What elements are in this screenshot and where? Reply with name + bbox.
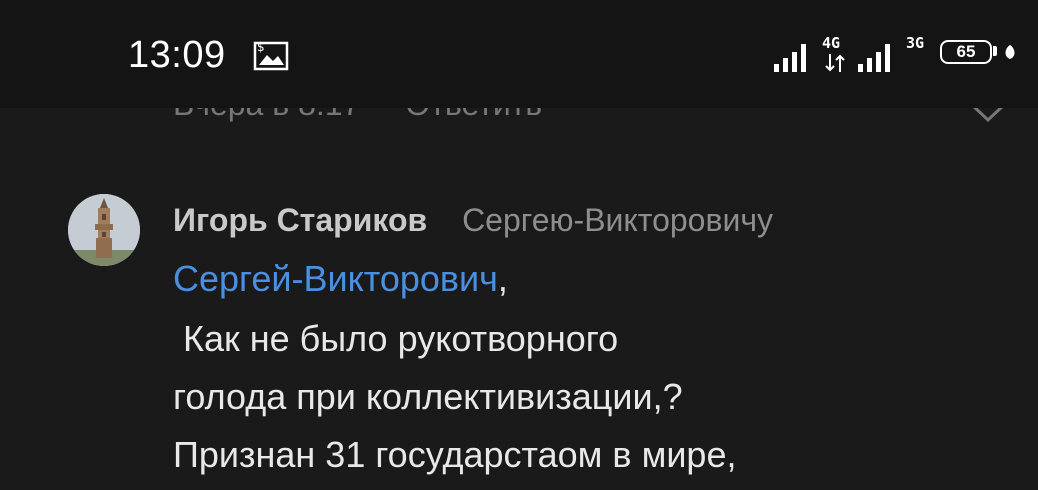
comment-text-line: голода при коллективизации,? (173, 376, 683, 417)
comment-mention-line: Сергей-Викторович, (173, 258, 508, 300)
comment-text-line: Как не было рукотворного (173, 318, 619, 359)
bell-tower-photo (68, 194, 140, 266)
avatar[interactable] (68, 194, 140, 266)
gallery-notification-icon: $ (253, 40, 289, 71)
svg-text:$: $ (257, 40, 265, 54)
reply-to-name[interactable]: Сергею-Викторовичу (462, 202, 773, 238)
author-name[interactable]: Игорь Стариков (173, 202, 427, 238)
battery-icon: 65 (940, 40, 992, 64)
data-arrows-icon (825, 54, 845, 72)
signal-strength-icon-sim2 (858, 44, 890, 72)
network-type-sim1: 4G (822, 34, 841, 52)
mention-suffix: , (497, 258, 508, 299)
clock: 13:09 (128, 34, 226, 76)
power-saving-leaf-icon (1005, 45, 1015, 59)
comment-header: Игорь Стариков Сергею-Викторовичу (173, 202, 773, 239)
mention-link[interactable]: Сергей-Викторович (173, 258, 498, 299)
signal-strength-icon-sim1 (774, 44, 806, 72)
battery-level: 65 (956, 42, 976, 61)
network-type-sim2: 3G (906, 34, 925, 52)
status-bar: 13:09 $ 4G 3G 65 (0, 0, 1038, 108)
battery-tip (993, 46, 997, 56)
comment-text-line: Признан 31 государстаом в мире, (173, 434, 737, 475)
